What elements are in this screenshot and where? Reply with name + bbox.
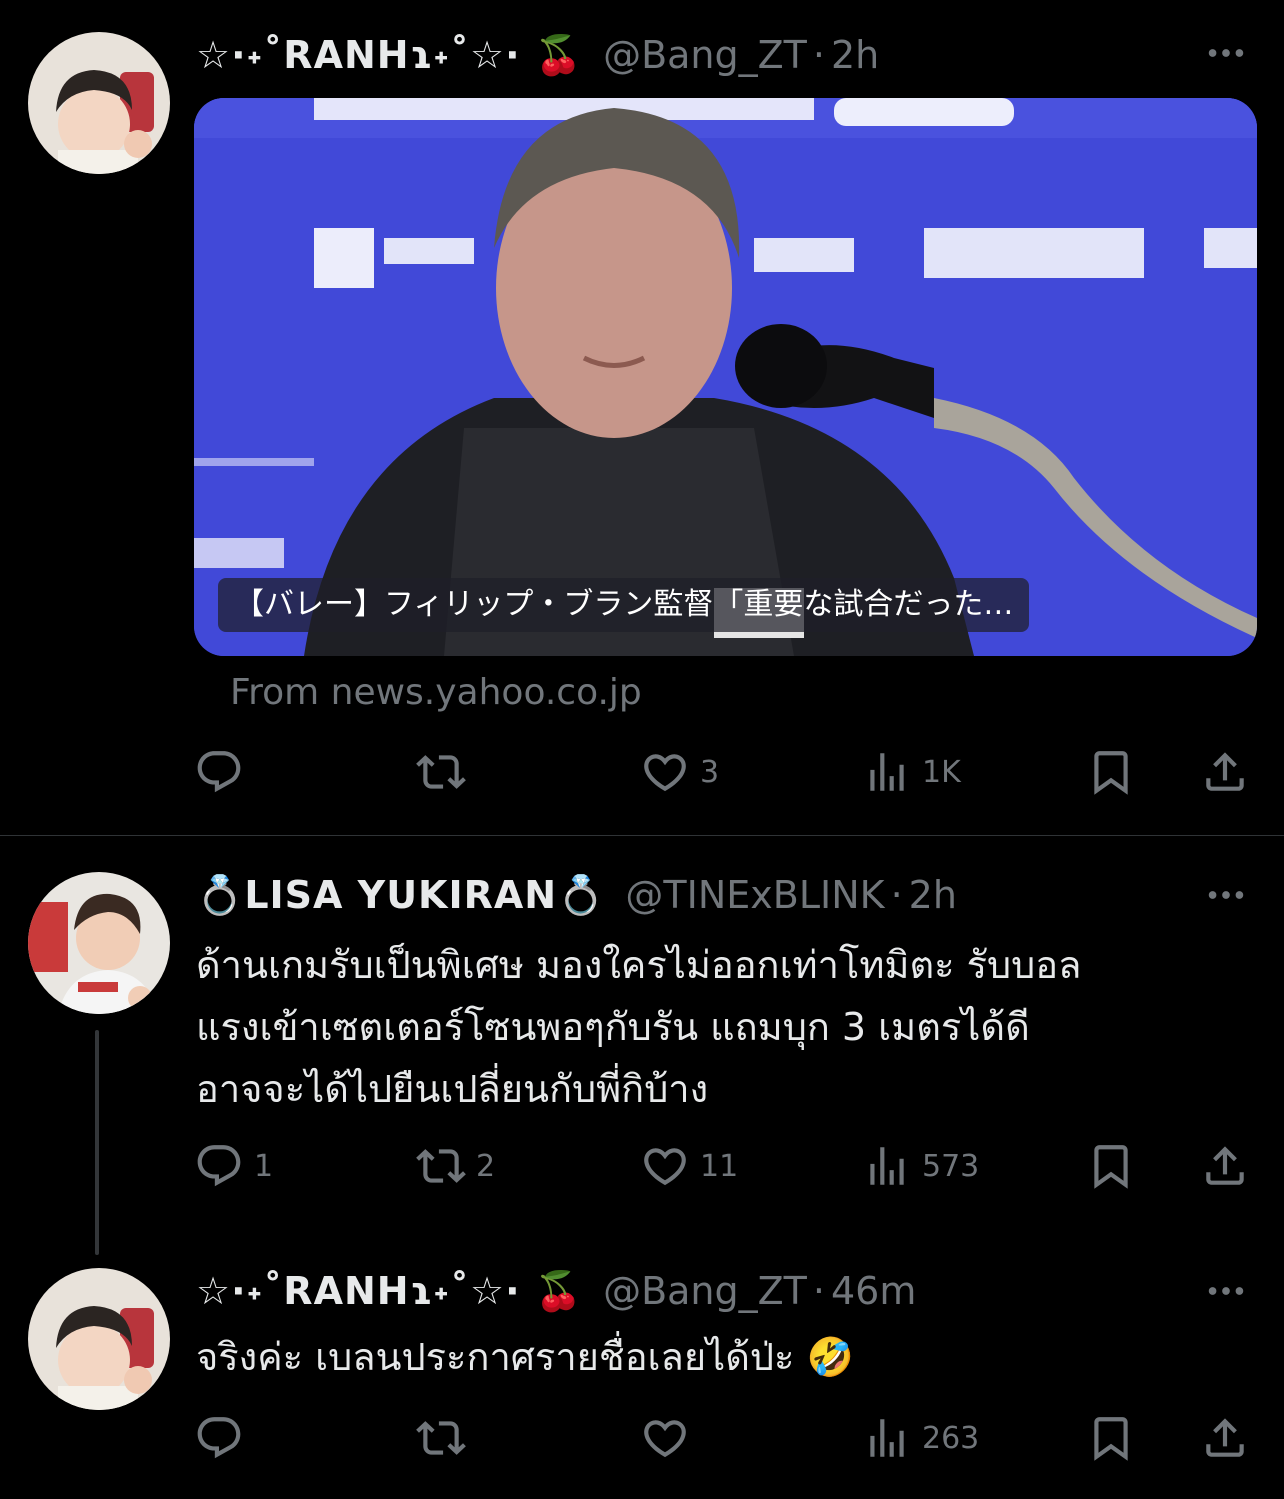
tweet-header: ☆·˖˚RANHɿ˖˚☆· 🍒 @Bang_ZT · 46m: [196, 1266, 916, 1316]
reply-icon: [194, 1413, 244, 1463]
share-button[interactable]: [1200, 1136, 1250, 1196]
handle[interactable]: @Bang_ZT: [603, 33, 807, 77]
share-button[interactable]: [1200, 742, 1250, 802]
reply-count: 1: [254, 1148, 274, 1184]
reply-button[interactable]: [194, 1408, 254, 1468]
tweet-actions: 3 1K: [194, 742, 1264, 802]
retweet-button[interactable]: [416, 742, 476, 802]
card-source[interactable]: From news.yahoo.co.jp: [230, 672, 642, 713]
views-count: 573: [922, 1148, 980, 1184]
views-count: 263: [922, 1420, 980, 1456]
share-icon: [1200, 1413, 1250, 1463]
retweet-icon: [416, 1413, 466, 1463]
like-count: 11: [700, 1148, 739, 1184]
share-button[interactable]: [1200, 1408, 1250, 1468]
like-count: 3: [700, 754, 720, 790]
separator-dot: ·: [812, 33, 825, 77]
retweet-count: 2: [476, 1148, 496, 1184]
more-horizontal-icon[interactable]: [1198, 28, 1254, 78]
tweet-actions: 263: [194, 1408, 1264, 1468]
views-chart-icon: [862, 1141, 912, 1191]
tweet-3[interactable]: ☆·˖˚RANHɿ˖˚☆· 🍒 @Bang_ZT · 46m จริงค่ะ เ…: [0, 1256, 1284, 1499]
separator-dot: ·: [812, 1269, 825, 1313]
bookmark-icon: [1086, 1413, 1136, 1463]
bookmark-icon: [1086, 1141, 1136, 1191]
tweet-text-line: แรงเข้าเซตเตอร์โซนพอๆกับรัน แถมบุก 3 เมต…: [196, 1005, 1030, 1049]
tweet-text: จริงค่ะ เบลนประกาศรายชื่อเลยได้ป่ะ 🤣: [196, 1326, 1266, 1388]
retweet-button[interactable]: [416, 1408, 476, 1468]
tweet-2[interactable]: 💍LISA YUKIRAN💍 @TINExBLINK · 2h ด้านเกมร…: [0, 836, 1284, 1256]
tweet-header: ☆·˖˚RANHɿ˖˚☆· 🍒 @Bang_ZT · 2h: [196, 30, 879, 80]
views-chart-icon: [862, 747, 912, 797]
tweet-text-line: จริงค่ะ เบลนประกาศรายชื่อเลยได้ป่ะ 🤣: [196, 1335, 854, 1379]
handle[interactable]: @Bang_ZT: [603, 1269, 807, 1313]
more-horizontal-icon[interactable]: [1198, 1266, 1254, 1316]
share-icon: [1200, 747, 1250, 797]
tweet-text: ด้านเกมรับเป็นพิเศษ มองใครไม่ออกเท่าโทมิ…: [196, 934, 1266, 1120]
display-name[interactable]: ☆·˖˚RANHɿ˖˚☆· 🍒: [196, 1269, 583, 1314]
like-button[interactable]: 11: [640, 1136, 738, 1196]
tweet-text-line: อาจจะได้ไปยืนเปลี่ยนกับพี่กิบ้าง: [196, 1067, 709, 1111]
bookmark-button[interactable]: [1086, 1136, 1136, 1196]
heart-icon: [640, 1413, 690, 1463]
avatar[interactable]: [28, 872, 170, 1014]
retweet-button[interactable]: 2: [416, 1136, 495, 1196]
thread-line: [95, 1030, 99, 1255]
reply-icon: [194, 1141, 244, 1191]
avatar-image: [28, 872, 170, 1014]
views-button[interactable]: 1K: [862, 742, 961, 802]
views-count: 1K: [922, 754, 961, 790]
reply-button[interactable]: [194, 742, 254, 802]
tweet-1[interactable]: ☆·˖˚RANHɿ˖˚☆· 🍒 @Bang_ZT · 2h 【バレー】フィリップ…: [0, 0, 1284, 835]
link-card[interactable]: 【バレー】フィリップ・ブラン監督「重要な試合だった…: [194, 98, 1257, 656]
bookmark-icon: [1086, 747, 1136, 797]
bookmark-button[interactable]: [1086, 742, 1136, 802]
heart-icon: [640, 1141, 690, 1191]
views-button[interactable]: 573: [862, 1136, 979, 1196]
reply-icon: [194, 747, 244, 797]
views-chart-icon: [862, 1413, 912, 1463]
views-button[interactable]: 263: [862, 1408, 979, 1468]
share-icon: [1200, 1141, 1250, 1191]
tweet-text-line: ด้านเกมรับเป็นพิเศษ มองใครไม่ออกเท่าโทมิ…: [196, 943, 1082, 987]
display-name[interactable]: 💍LISA YUKIRAN💍: [196, 873, 605, 918]
avatar[interactable]: [28, 1268, 170, 1410]
avatar[interactable]: [28, 32, 170, 174]
timestamp[interactable]: 2h: [831, 33, 879, 77]
heart-icon: [640, 747, 690, 797]
card-image: [194, 98, 1257, 656]
avatar-image: [28, 32, 170, 174]
retweet-icon: [416, 747, 466, 797]
handle[interactable]: @TINExBLINK: [625, 873, 884, 917]
timestamp[interactable]: 2h: [909, 873, 957, 917]
reply-button[interactable]: 1: [194, 1136, 273, 1196]
display-name[interactable]: ☆·˖˚RANHɿ˖˚☆· 🍒: [196, 33, 583, 78]
bookmark-button[interactable]: [1086, 1408, 1136, 1468]
retweet-icon: [416, 1141, 466, 1191]
like-button[interactable]: 3: [640, 742, 719, 802]
more-horizontal-icon[interactable]: [1198, 870, 1254, 920]
tweet-actions: 1 2 11 573: [194, 1136, 1264, 1196]
tweet-header: 💍LISA YUKIRAN💍 @TINExBLINK · 2h: [196, 870, 957, 920]
timestamp[interactable]: 46m: [831, 1269, 916, 1313]
avatar-image: [28, 1268, 170, 1410]
like-button[interactable]: [640, 1408, 700, 1468]
card-caption: 【バレー】フィリップ・ブラン監督「重要な試合だった…: [218, 578, 1030, 632]
separator-dot: ·: [890, 873, 903, 917]
